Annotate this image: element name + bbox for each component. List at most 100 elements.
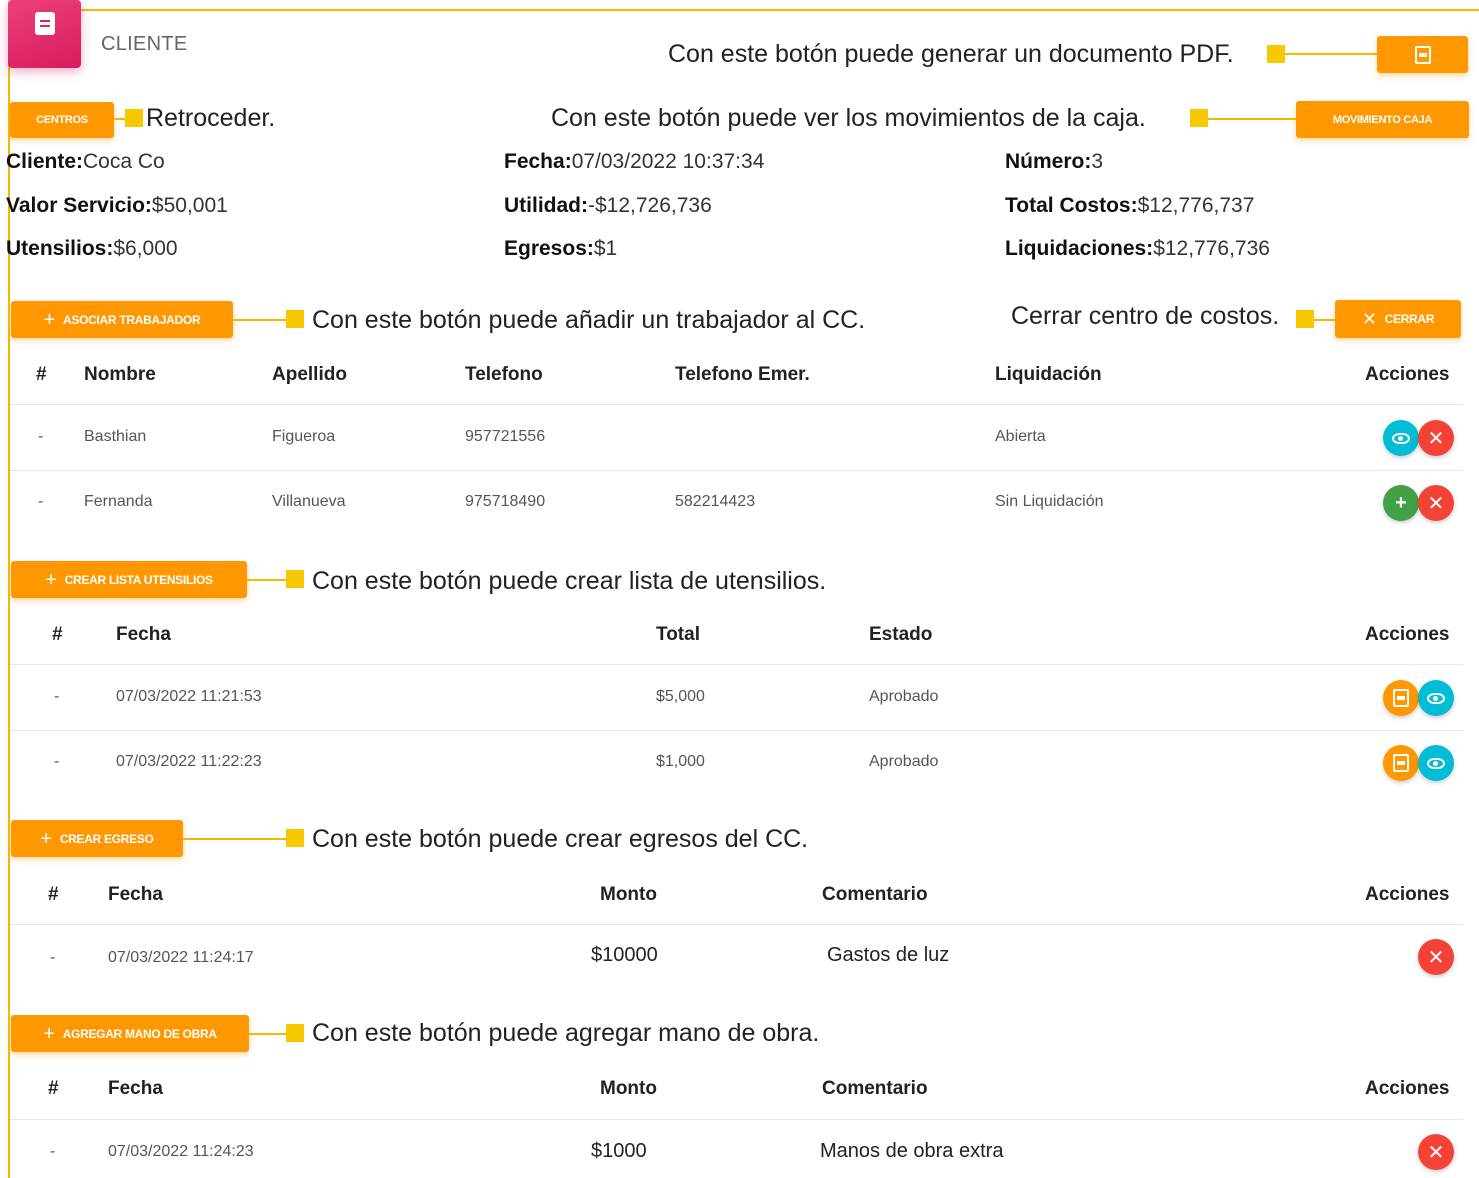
info-utensilios: Utensilios:$6,000: [6, 237, 178, 260]
th-telefono-emer: Telefono Emer.: [675, 364, 810, 385]
cell-telefono: 957721556: [465, 428, 546, 445]
agregar-mano-obra-button[interactable]: + AGREGAR MANO DE OBRA: [11, 1015, 249, 1052]
cell-estado: Aprobado: [869, 688, 939, 705]
th-nombre: Nombre: [84, 364, 156, 385]
info-utilidad: Utilidad:-$12,726,736: [504, 194, 712, 217]
annotation-line: [1285, 53, 1377, 55]
crear-lista-utensilios-button[interactable]: + CREAR LISTA UTENSILIOS: [11, 561, 247, 598]
cell-apellido: Figueroa: [272, 428, 336, 445]
annotation-line: [233, 319, 288, 321]
cell-fecha: 07/03/2022 11:24:23: [108, 1143, 254, 1160]
cell-comentario: Gastos de luz: [827, 944, 950, 966]
th-acciones: Acciones: [1365, 624, 1450, 645]
annotation-line: [183, 838, 288, 840]
add-liquidacion-button[interactable]: +: [1383, 485, 1419, 521]
annotation-cerrar: Cerrar centro de costos.: [1011, 302, 1280, 330]
close-icon: ✕: [1427, 1141, 1445, 1164]
delete-button[interactable]: ✕: [1418, 939, 1454, 975]
annotation-line: [247, 579, 288, 581]
eye-icon: [1392, 432, 1410, 444]
th-fecha: Fecha: [108, 884, 163, 905]
cerrar-button[interactable]: ✕ CERRAR: [1335, 300, 1461, 338]
cell-num: -: [38, 493, 44, 510]
th-comentario: Comentario: [822, 1078, 928, 1099]
close-icon: ✕: [1427, 492, 1445, 515]
th-monto: Monto: [600, 1078, 657, 1099]
close-icon: ✕: [1427, 946, 1445, 969]
cell-comentario: Manos de obra extra: [820, 1140, 1004, 1162]
annotation-line: [1208, 118, 1296, 120]
annotation-pdf: Con este botón puede generar un document…: [668, 40, 1234, 68]
view-button[interactable]: [1418, 680, 1454, 716]
row-divider: [10, 924, 1463, 925]
cell-num: -: [50, 949, 56, 966]
info-egresos: Egresos:$1: [504, 237, 618, 260]
cell-estado: Aprobado: [869, 753, 939, 770]
info-liquidaciones: Liquidaciones:$12,776,736: [1005, 237, 1270, 260]
row-divider: [10, 730, 1463, 731]
view-button[interactable]: [1418, 745, 1454, 781]
centros-button[interactable]: CENTROS: [10, 102, 114, 138]
cell-fecha: 07/03/2022 11:24:17: [108, 949, 254, 966]
highlight-frame-top: [8, 9, 1479, 11]
th-comentario: Comentario: [822, 884, 928, 905]
info-total-costos: Total Costos:$12,776,737: [1005, 194, 1255, 217]
cell-telefono: 975718490: [465, 493, 546, 510]
cell-total: $1,000: [656, 753, 705, 770]
movimiento-caja-button[interactable]: MOVIMIENTO CAJA: [1296, 101, 1469, 138]
annotation-marker: [1190, 109, 1208, 127]
row-divider: [10, 404, 1463, 405]
th-estado: Estado: [869, 624, 933, 645]
info-fecha: Fecha:07/03/2022 10:37:34: [504, 150, 765, 173]
cell-nombre: Fernanda: [84, 493, 153, 510]
cell-liquidacion: Sin Liquidación: [995, 493, 1104, 510]
document-icon: [8, 0, 81, 68]
annotation-marker: [286, 570, 304, 588]
cell-telefono-emer: 582214423: [675, 493, 756, 510]
view-button[interactable]: [1383, 420, 1419, 456]
annotation-centros: Retroceder.: [146, 104, 276, 132]
annotation-mano-obra: Con este botón puede agregar mano de obr…: [312, 1019, 820, 1047]
info-numero: Número:3: [1005, 150, 1104, 173]
cell-fecha: 07/03/2022 11:22:23: [116, 753, 262, 770]
asociar-trabajador-button[interactable]: + ASOCIAR TRABAJADOR: [11, 301, 233, 338]
cell-total: $5,000: [656, 688, 705, 705]
annotation-marker: [286, 829, 304, 847]
cell-apellido: Villanueva: [272, 493, 346, 510]
pdf-button[interactable]: [1377, 36, 1468, 73]
info-valor-servicio: Valor Servicio:$50,001: [6, 194, 228, 217]
annotation-utensilios: Con este botón puede crear lista de uten…: [312, 567, 827, 595]
th-monto: Monto: [600, 884, 657, 905]
close-icon: ✕: [1361, 309, 1377, 329]
row-divider: [10, 1119, 1463, 1120]
pdf-button[interactable]: [1383, 745, 1419, 781]
highlight-frame-left: [8, 9, 10, 1178]
cell-nombre: Basthian: [84, 428, 147, 445]
close-icon: ✕: [1427, 427, 1445, 450]
cell-monto: $1000: [591, 1140, 647, 1162]
page-title: CLIENTE: [101, 33, 188, 55]
delete-button[interactable]: ✕: [1418, 1134, 1454, 1170]
annotation-line: [249, 1033, 288, 1035]
plus-icon: +: [40, 827, 52, 850]
plus-icon: +: [43, 308, 56, 331]
eye-icon: [1427, 692, 1445, 704]
annotation-line: [1314, 319, 1335, 321]
eye-icon: [1427, 757, 1445, 769]
annotation-marker: [286, 310, 304, 328]
th-num: #: [48, 1078, 59, 1099]
pdf-icon: [1393, 689, 1409, 707]
cell-num: -: [54, 753, 60, 770]
delete-button[interactable]: ✕: [1418, 420, 1454, 456]
cell-num: -: [38, 428, 44, 445]
pdf-button[interactable]: [1383, 680, 1419, 716]
cell-monto: $10000: [591, 944, 658, 966]
th-liquidacion: Liquidación: [995, 364, 1102, 385]
crear-egreso-button[interactable]: + CREAR EGRESO: [11, 820, 183, 857]
plus-icon: +: [43, 1022, 55, 1045]
delete-button[interactable]: ✕: [1418, 485, 1454, 521]
cell-num: -: [50, 1143, 56, 1160]
annotation-marker: [1267, 45, 1285, 63]
th-fecha: Fecha: [108, 1078, 163, 1099]
cell-liquidacion: Abierta: [995, 428, 1046, 445]
